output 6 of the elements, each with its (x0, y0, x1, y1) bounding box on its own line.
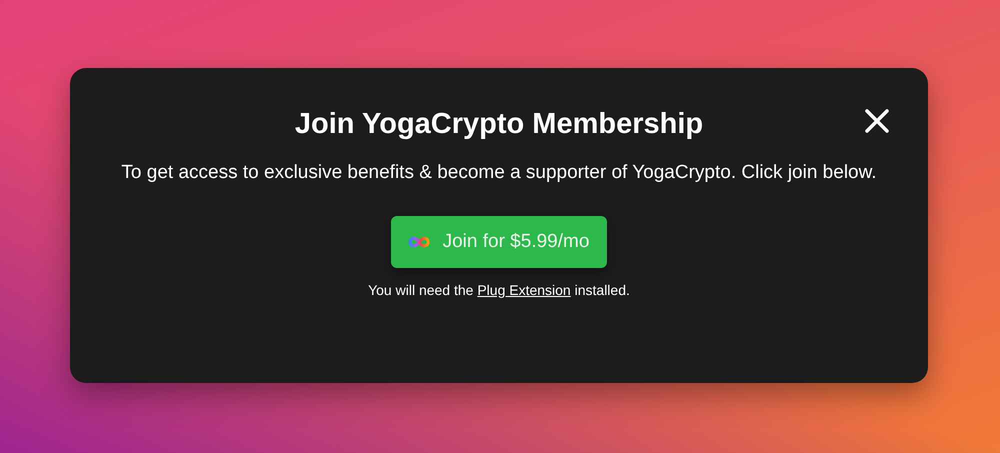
dialog-description: To get access to exclusive benefits & become a supporter of YogaCrypto. Click join below. (121, 161, 877, 185)
infinity-icon (406, 235, 431, 249)
close-button[interactable] (864, 108, 890, 134)
dialog-title: Join YogaCrypto Membership (294, 107, 704, 142)
plug-extension-link[interactable]: Plug Extension (477, 282, 571, 298)
extension-note: You will need the Plug Extension installed. (368, 282, 630, 298)
